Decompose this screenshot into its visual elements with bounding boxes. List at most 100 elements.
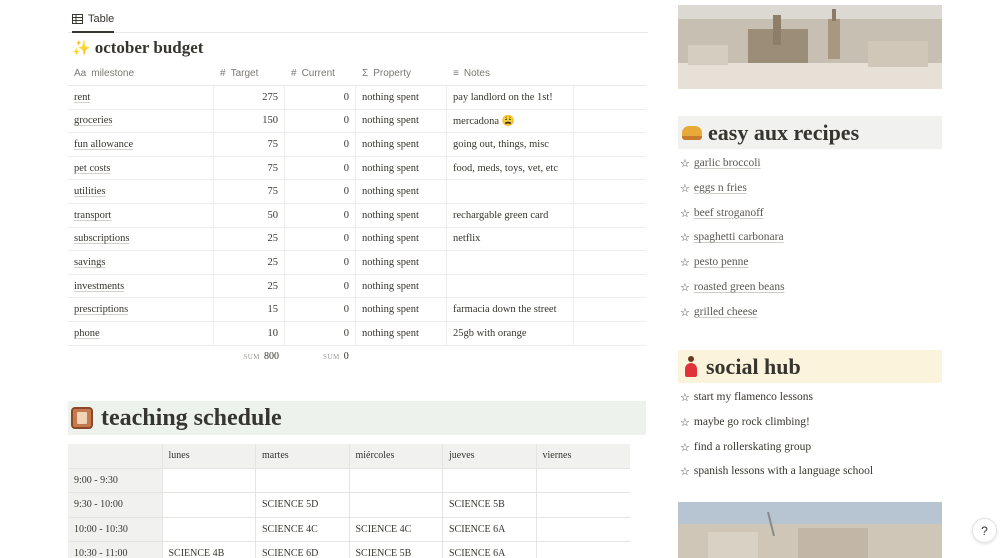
- notes-cell[interactable]: mercadona 😩: [447, 109, 574, 133]
- milestone-cell[interactable]: prescriptions: [68, 298, 214, 321]
- target-cell[interactable]: 150: [214, 109, 285, 133]
- table-row[interactable]: fun allowance 75 0 nothing spent going out, …: [68, 133, 646, 157]
- milestone-cell[interactable]: subscriptions: [68, 227, 214, 251]
- schedule-cell[interactable]: SCIENCE 6A: [443, 542, 537, 558]
- current-cell[interactable]: 0: [285, 180, 356, 203]
- schedule-cell[interactable]: [537, 493, 631, 517]
- target-cell[interactable]: 25: [214, 227, 285, 251]
- target-cell[interactable]: 25: [214, 251, 285, 274]
- sum-target[interactable]: SUM 800: [214, 346, 285, 368]
- notes-cell[interactable]: [447, 251, 574, 274]
- schedule-cell[interactable]: SCIENCE 4C: [350, 517, 443, 541]
- schedule-cell[interactable]: [443, 468, 537, 492]
- notes-cell[interactable]: rechargable green card: [447, 203, 574, 227]
- target-cell[interactable]: 275: [214, 86, 285, 109]
- schedule-cell[interactable]: SCIENCE 6A: [443, 517, 537, 541]
- schedule-cell[interactable]: [537, 518, 631, 542]
- notes-cell[interactable]: food, meds, toys, vet, etc: [447, 156, 574, 180]
- current-cell[interactable]: 0: [285, 203, 356, 227]
- recipe-link[interactable]: pesto penne: [694, 256, 749, 268]
- schedule-cell[interactable]: [163, 493, 256, 517]
- target-cell[interactable]: 10: [214, 321, 285, 345]
- schedule-cell[interactable]: [537, 542, 631, 558]
- milestone-cell[interactable]: groceries: [68, 109, 214, 133]
- milestone-cell[interactable]: investments: [68, 274, 214, 298]
- property-cell[interactable]: nothing spent: [356, 109, 447, 133]
- schedule-cell[interactable]: SCIENCE 4B: [163, 542, 256, 558]
- property-cell[interactable]: nothing spent: [356, 133, 447, 156]
- table-row[interactable]: transport 50 0 nothing spent rechargable gre…: [68, 203, 646, 228]
- list-item[interactable]: ☆ grilled cheese: [680, 306, 785, 331]
- notes-cell[interactable]: [447, 180, 574, 203]
- recipe-link[interactable]: roasted green beans: [694, 281, 785, 293]
- recipe-link[interactable]: beef stroganoff: [694, 207, 764, 219]
- recipe-link[interactable]: grilled cheese: [694, 306, 758, 318]
- milestone-cell[interactable]: transport: [68, 203, 214, 227]
- help-button[interactable]: ?: [972, 518, 997, 543]
- notes-cell[interactable]: 25gb with orange: [447, 321, 574, 345]
- property-cell[interactable]: nothing spent: [356, 86, 447, 109]
- table-row[interactable]: utilities 75 0 nothing spent: [68, 180, 646, 204]
- schedule-cell[interactable]: [256, 468, 350, 492]
- schedule-cell[interactable]: SCIENCE 5B: [443, 493, 537, 517]
- milestone-cell[interactable]: phone: [68, 321, 214, 345]
- schedule-cell[interactable]: [350, 468, 443, 492]
- current-cell[interactable]: 0: [285, 298, 356, 321]
- list-item[interactable]: ☆ roasted green beans: [680, 281, 785, 306]
- list-item[interactable]: ☆ beef stroganoff: [680, 207, 785, 232]
- milestone-cell[interactable]: savings: [68, 251, 214, 274]
- schedule-cell[interactable]: SCIENCE 5D: [256, 493, 350, 517]
- schedule-cell[interactable]: [163, 468, 256, 492]
- current-cell[interactable]: 0: [285, 109, 356, 133]
- schedule-cell[interactable]: [350, 493, 443, 517]
- schedule-cell[interactable]: [163, 517, 256, 541]
- target-cell[interactable]: 50: [214, 203, 285, 227]
- property-cell[interactable]: nothing spent: [356, 251, 447, 274]
- target-cell[interactable]: 15: [214, 298, 285, 321]
- column-header-property[interactable]: Σ Property: [356, 62, 447, 85]
- list-item[interactable]: ☆ eggs n fries: [680, 182, 785, 207]
- target-cell[interactable]: 25: [214, 274, 285, 298]
- table-row[interactable]: investments 25 0 nothing spent: [68, 274, 646, 299]
- target-cell[interactable]: 75: [214, 133, 285, 156]
- list-item[interactable]: ☆ spaghetti carbonara: [680, 231, 785, 256]
- milestone-cell[interactable]: pet costs: [68, 156, 214, 180]
- current-cell[interactable]: 0: [285, 227, 356, 251]
- current-cell[interactable]: 0: [285, 274, 356, 298]
- target-cell[interactable]: 75: [214, 156, 285, 180]
- current-cell[interactable]: 0: [285, 156, 356, 180]
- property-cell[interactable]: nothing spent: [356, 203, 447, 227]
- recipe-link[interactable]: spaghetti carbonara: [694, 231, 784, 243]
- table-view-tab[interactable]: Table: [72, 9, 115, 33]
- table-row[interactable]: subscriptions 25 0 nothing spent netflix: [68, 227, 646, 252]
- column-header-target[interactable]: # Target: [214, 62, 285, 85]
- property-cell[interactable]: nothing spent: [356, 227, 447, 251]
- current-cell[interactable]: 0: [285, 86, 356, 109]
- column-header-current[interactable]: # Current: [285, 62, 356, 85]
- milestone-cell[interactable]: rent: [68, 86, 214, 109]
- current-cell[interactable]: 0: [285, 133, 356, 156]
- notes-cell[interactable]: going out, things, misc: [447, 133, 574, 156]
- sum-current[interactable]: SUM 0: [285, 346, 356, 368]
- table-row[interactable]: rent 275 0 nothing spent pay landlord on the…: [68, 86, 646, 110]
- list-item[interactable]: ☆ pesto penne: [680, 256, 785, 281]
- property-cell[interactable]: nothing spent: [356, 180, 447, 203]
- notes-cell[interactable]: farmacia down the street: [447, 298, 574, 321]
- recipe-link[interactable]: garlic broccoli: [694, 157, 761, 169]
- table-row[interactable]: savings 25 0 nothing spent: [68, 251, 646, 275]
- schedule-cell[interactable]: SCIENCE 6D: [256, 542, 350, 558]
- notes-cell[interactable]: pay landlord on the 1st!: [447, 86, 574, 109]
- milestone-cell[interactable]: fun allowance: [68, 133, 214, 156]
- notes-cell[interactable]: [447, 274, 574, 298]
- column-header-notes[interactable]: ≡ Notes: [447, 62, 574, 85]
- recipe-link[interactable]: eggs n fries: [694, 182, 747, 194]
- property-cell[interactable]: nothing spent: [356, 274, 447, 298]
- property-cell[interactable]: nothing spent: [356, 321, 447, 345]
- notes-cell[interactable]: netflix: [447, 227, 574, 251]
- current-cell[interactable]: 0: [285, 251, 356, 274]
- table-row[interactable]: phone 10 0 nothing spent 25gb with orange: [68, 321, 646, 346]
- table-row[interactable]: pet costs 75 0 nothing spent food, meds, toy…: [68, 156, 646, 181]
- schedule-cell[interactable]: [537, 469, 631, 493]
- schedule-cell[interactable]: SCIENCE 4C: [256, 517, 350, 541]
- schedule-cell[interactable]: SCIENCE 5B: [350, 542, 443, 558]
